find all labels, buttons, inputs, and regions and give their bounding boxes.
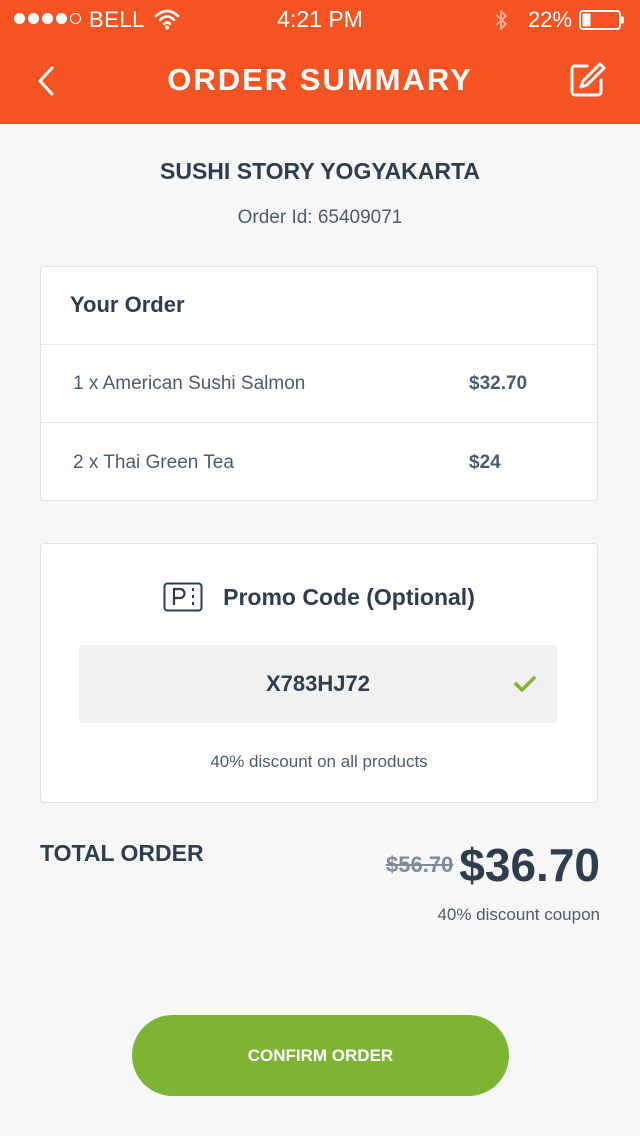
promo-code-input[interactable] xyxy=(79,645,557,723)
confirm-order-button[interactable]: CONFIRM ORDER xyxy=(132,1015,509,1096)
page-title: ORDER SUMMARY xyxy=(167,62,473,97)
total-price: $56.70 $36.70 xyxy=(386,838,600,892)
promo-note: 40% discount on all products xyxy=(210,752,428,771)
order-divider xyxy=(41,422,597,423)
order-id: Order Id: 65409071 xyxy=(237,207,403,228)
checkmark-icon xyxy=(514,676,536,692)
old-price: $56.70 xyxy=(386,852,454,877)
restaurant-name: SUSHI STORY YOGYAKARTA xyxy=(160,158,480,184)
discount-note: 40% discount coupon xyxy=(437,905,600,924)
order-card-title: Your Order xyxy=(70,292,185,317)
promo-title: Promo Code (Optional) xyxy=(223,583,475,610)
promo-card: Promo Code (Optional) 40% discount on al… xyxy=(40,543,598,803)
order-item-name: 1 x American Sushi Salmon xyxy=(73,373,306,394)
edit-icon[interactable] xyxy=(567,60,607,100)
order-item-price: $24 xyxy=(469,452,501,473)
promo-header: Promo Code (Optional) xyxy=(41,582,597,612)
battery-icon xyxy=(579,10,624,30)
bluetooth-icon xyxy=(495,10,507,30)
order-item-price: $32.70 xyxy=(469,373,528,394)
header: BELL 4:21 PM 22% ORDER SUMMARY xyxy=(0,0,640,124)
order-item-name: 2 x Thai Green Tea xyxy=(73,452,234,473)
order-card: Your Order 1 x American Sushi Salmon $32… xyxy=(40,266,598,501)
order-divider xyxy=(41,344,597,345)
status-bar: BELL 4:21 PM 22% xyxy=(0,0,640,40)
total-label: TOTAL ORDER xyxy=(40,840,204,866)
battery-percent: 22% xyxy=(528,7,573,32)
promo-ticket-icon xyxy=(163,582,203,612)
promo-code-field[interactable] xyxy=(79,645,557,723)
new-price: $36.70 xyxy=(459,839,600,891)
